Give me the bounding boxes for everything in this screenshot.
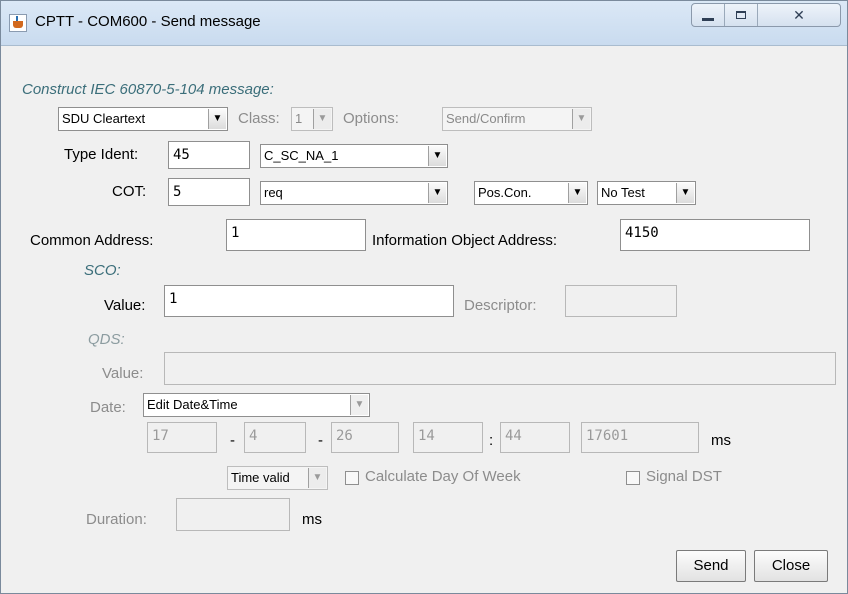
date-label: Date:	[90, 399, 126, 416]
cot-label: COT:	[112, 183, 147, 200]
ioa-label: Information Object Address:	[372, 232, 558, 249]
date-mode-value: Edit Date&Time	[147, 397, 238, 412]
hour-field[interactable]: 14	[413, 422, 483, 453]
type-ident-field[interactable]: 45	[168, 141, 250, 169]
sdu-mode-value: SDU Cleartext	[62, 111, 146, 126]
minimize-icon	[702, 17, 714, 21]
date-separator: -	[318, 432, 323, 449]
common-address-field[interactable]: 1	[226, 219, 366, 251]
year-field[interactable]: 26	[331, 422, 399, 453]
class-value: 1	[295, 111, 303, 126]
qds-heading: QDS:	[88, 331, 125, 348]
chevron-down-icon: ▼	[313, 109, 331, 129]
common-address-label: Common Address:	[30, 232, 154, 249]
java-cup-icon	[9, 14, 27, 32]
cot-select[interactable]: req ▼	[260, 181, 448, 205]
time-validity-value: Time valid	[231, 470, 290, 485]
close-icon: ✕	[793, 6, 805, 23]
signal-dst-label: Signal DST	[646, 468, 722, 485]
class-label: Class:	[238, 110, 280, 127]
options-label: Options:	[343, 110, 399, 127]
chevron-down-icon: ▼	[568, 183, 586, 203]
date-mode-select[interactable]: Edit Date&Time ▼	[143, 393, 370, 417]
chevron-down-icon: ▼	[350, 395, 368, 415]
close-button[interactable]: Close	[754, 550, 828, 582]
send-button[interactable]: Send	[676, 550, 746, 582]
cot-select-value: req	[264, 185, 283, 200]
chevron-down-icon: ▼	[676, 183, 694, 203]
options-value: Send/Confirm	[446, 111, 526, 126]
time-separator: :	[489, 432, 494, 449]
chevron-down-icon: ▼	[208, 109, 226, 129]
chevron-down-icon: ▼	[428, 183, 446, 203]
descriptor-label: Descriptor:	[464, 297, 537, 314]
type-ident-label: Type Ident:	[64, 146, 139, 163]
pos-con-value: Pos.Con.	[478, 185, 532, 200]
chevron-down-icon: ▼	[428, 146, 446, 166]
calc-day-of-week-label: Calculate Day Of Week	[365, 468, 521, 485]
sco-value-label: Value:	[104, 297, 146, 314]
ms-field[interactable]: 17601	[581, 422, 699, 453]
maximize-icon	[736, 11, 746, 19]
type-ident-select[interactable]: C_SC_NA_1 ▼	[260, 144, 448, 168]
type-ident-select-value: C_SC_NA_1	[264, 148, 339, 163]
maximize-button[interactable]	[725, 4, 758, 26]
sco-heading: SCO:	[84, 262, 121, 279]
construct-heading: Construct IEC 60870-5-104 message:	[22, 81, 274, 98]
duration-label: Duration:	[86, 511, 147, 528]
qds-value-field[interactable]	[164, 352, 836, 385]
qds-value-label: Value:	[102, 365, 144, 382]
cot-field[interactable]: 5	[168, 178, 250, 206]
pos-con-select[interactable]: Pos.Con. ▼	[474, 181, 588, 205]
chevron-down-icon: ▼	[308, 468, 326, 488]
options-select[interactable]: Send/Confirm ▼	[442, 107, 592, 131]
window-title: CPTT - COM600 - Send message	[35, 13, 261, 30]
duration-unit-label: ms	[302, 511, 322, 528]
minute-field[interactable]: 44	[500, 422, 570, 453]
day-field[interactable]: 17	[147, 422, 217, 453]
ms-unit-label: ms	[711, 432, 731, 449]
descriptor-field[interactable]	[565, 285, 677, 317]
test-select[interactable]: No Test ▼	[597, 181, 696, 205]
title-bar[interactable]: CPTT - COM600 - Send message ✕	[1, 1, 847, 46]
ioa-field[interactable]: 4150	[620, 219, 810, 251]
close-window-button[interactable]: ✕	[758, 4, 840, 26]
month-field[interactable]: 4	[244, 422, 306, 453]
class-select[interactable]: 1 ▼	[291, 107, 333, 131]
calc-day-of-week-checkbox[interactable]	[345, 471, 359, 485]
time-validity-select[interactable]: Time valid ▼	[227, 466, 328, 490]
sco-value-field[interactable]: 1	[164, 285, 454, 317]
test-value: No Test	[601, 185, 645, 200]
duration-field[interactable]	[176, 498, 290, 531]
window-controls: ✕	[691, 3, 841, 27]
minimize-button[interactable]	[692, 4, 725, 26]
date-separator: -	[230, 432, 235, 449]
chevron-down-icon: ▼	[572, 109, 590, 129]
sdu-mode-select[interactable]: SDU Cleartext ▼	[58, 107, 228, 131]
signal-dst-checkbox[interactable]	[626, 471, 640, 485]
